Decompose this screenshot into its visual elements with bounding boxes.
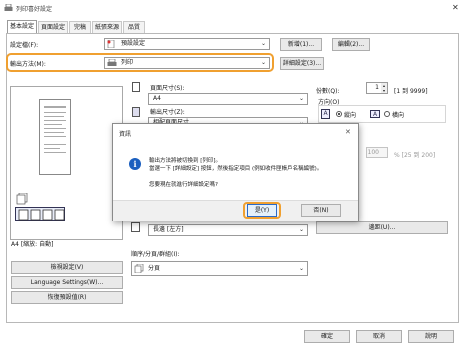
- edit-profile-button[interactable]: 編輯(2)...: [332, 38, 370, 51]
- chevron-down-icon: ⌄: [260, 40, 266, 47]
- finishing-select[interactable]: 分頁 ⌄: [131, 261, 308, 276]
- chevron-down-icon: ⌄: [298, 226, 304, 233]
- language-settings-button[interactable]: Language Settings(W)...: [11, 276, 123, 289]
- cancel-button[interactable]: 取消: [356, 330, 402, 343]
- page-preview: [10, 86, 123, 240]
- dialog-message-line1: 輸出方法將被切換到 [列印]。: [149, 158, 222, 164]
- landscape-label: 橫向: [392, 112, 405, 119]
- output-size-icon: [132, 107, 140, 117]
- profile-value: 預設設定: [121, 40, 146, 47]
- help-button[interactable]: 說明: [408, 330, 454, 343]
- dialog-message-line2: 當選一下 [詳細設定] 按鈕，然後指定項目 (例如收件匣帳戶名稱編號)。: [149, 166, 323, 172]
- spin-arrows-icon[interactable]: ▴ ▾: [381, 83, 387, 93]
- scaling-value: 100: [367, 149, 379, 156]
- page-size-value: A4: [153, 95, 161, 102]
- margin-button[interactable]: 邊距(U)...: [316, 221, 448, 234]
- chevron-down-icon: ⌄: [298, 95, 304, 102]
- landscape-radio[interactable]: [384, 111, 390, 117]
- no-button[interactable]: 否(N): [301, 204, 341, 217]
- chevron-down-icon: ⌄: [298, 265, 304, 272]
- collate-icon: [134, 263, 144, 274]
- scaling-stepper[interactable]: 100: [366, 147, 388, 158]
- preview-caption: A4 [縮放: 自動]: [11, 241, 54, 248]
- yes-button[interactable]: 是(Y): [247, 204, 277, 217]
- dialog-question: 您要現在就進行詳細設定嗎?: [149, 182, 218, 188]
- profile-label: 設定檔(F):: [10, 42, 39, 49]
- portrait-radio[interactable]: [336, 111, 342, 117]
- finishing-value: 分頁: [148, 265, 161, 272]
- copies-stepper[interactable]: 1 ▴ ▾: [366, 82, 388, 94]
- portrait-label: 縱向: [344, 112, 357, 119]
- dialog-title: 資訊: [119, 131, 132, 138]
- ok-button[interactable]: 確定: [304, 330, 350, 343]
- print-icon: [107, 58, 117, 67]
- output-method-select[interactable]: 列印 ⌄: [104, 57, 270, 69]
- add-profile-button[interactable]: 新增(1)...: [280, 38, 322, 51]
- restore-defaults-button[interactable]: 恢復預設值(R): [11, 291, 123, 304]
- tab-paper-source[interactable]: 紙張來源: [92, 21, 122, 33]
- finishing-label: 順序/分頁/群組(I):: [131, 251, 180, 258]
- binding-icon: [131, 222, 140, 232]
- tab-finishing[interactable]: 完稿: [69, 21, 91, 33]
- page-size-icon: [132, 82, 140, 92]
- copies-value: 1: [375, 84, 379, 91]
- window-title: 列印喜好設定: [16, 6, 53, 13]
- binding-select[interactable]: 長邊 [左方] ⌄: [148, 224, 308, 236]
- printer-icon: [4, 3, 13, 12]
- copies-stack-icon: [15, 192, 29, 205]
- dialog-close-icon[interactable]: ✕: [345, 128, 351, 136]
- output-method-value: 列印: [121, 59, 134, 66]
- page-size-select[interactable]: A4 ⌄: [148, 93, 308, 105]
- tab-basic[interactable]: 基本設定: [7, 20, 37, 34]
- copies-label: 份數(Q):: [316, 88, 340, 95]
- tab-page-setup[interactable]: 頁面設定: [38, 21, 68, 33]
- portrait-icon: A: [321, 109, 330, 119]
- page-size-label: 頁面尺寸(S):: [150, 85, 185, 92]
- copies-range: [1 到 9999]: [394, 88, 428, 95]
- landscape-icon: A: [370, 110, 380, 118]
- info-icon: i: [129, 158, 141, 170]
- close-icon[interactable]: ✕: [452, 3, 459, 12]
- profile-select[interactable]: 預設設定 ⌄: [104, 38, 270, 50]
- view-settings-button[interactable]: 檢視設定(V): [11, 261, 123, 274]
- binding-value: 長邊 [左方]: [153, 226, 184, 233]
- tab-quality[interactable]: 品質: [123, 21, 145, 33]
- preview-mode-icons[interactable]: [15, 207, 65, 221]
- title-bar: 列印喜好設定 ✕: [0, 0, 466, 17]
- scaling-range: % [25 到 200]: [394, 152, 436, 159]
- output-method-label: 輸出方法(M):: [10, 61, 46, 68]
- profile-icon: [107, 39, 117, 49]
- info-dialog: 資訊 ✕ i 輸出方法將被切換到 [列印]。 當選一下 [詳細設定] 按鈕，然後…: [112, 123, 359, 221]
- output-size-label: 輸出尺寸(Z):: [150, 109, 185, 116]
- preview-page: [39, 99, 71, 175]
- chevron-down-icon: ⌄: [260, 59, 266, 66]
- details-button[interactable]: 詳細設定(3)...: [280, 57, 324, 70]
